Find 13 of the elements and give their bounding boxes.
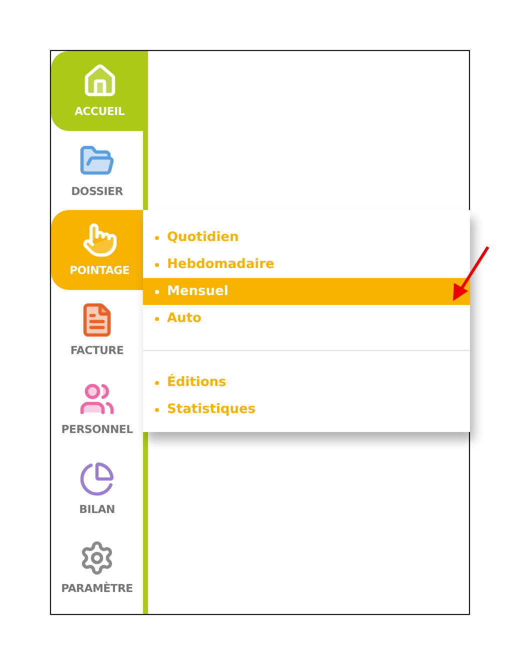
sidebar-item[interactable]: DOSSIER bbox=[51, 130, 143, 210]
menu-item[interactable]: Mensuel bbox=[143, 278, 470, 305]
menu-item[interactable]: Auto bbox=[143, 305, 470, 332]
sidebar-item[interactable]: PERSONNEL bbox=[51, 369, 143, 448]
arrow-icon bbox=[450, 245, 492, 303]
sidebar-item[interactable]: FACTURE bbox=[51, 290, 143, 369]
menu-item[interactable]: Éditions bbox=[143, 369, 470, 396]
pie-chart-icon bbox=[79, 460, 115, 497]
menu-item[interactable]: Statistiques bbox=[143, 396, 470, 423]
settings-icon bbox=[79, 540, 115, 576]
pointer-icon bbox=[82, 222, 118, 258]
sidebar-item[interactable]: BILAN bbox=[51, 448, 143, 528]
sidebar-item[interactable]: PARAMÈTRE bbox=[51, 528, 143, 608]
